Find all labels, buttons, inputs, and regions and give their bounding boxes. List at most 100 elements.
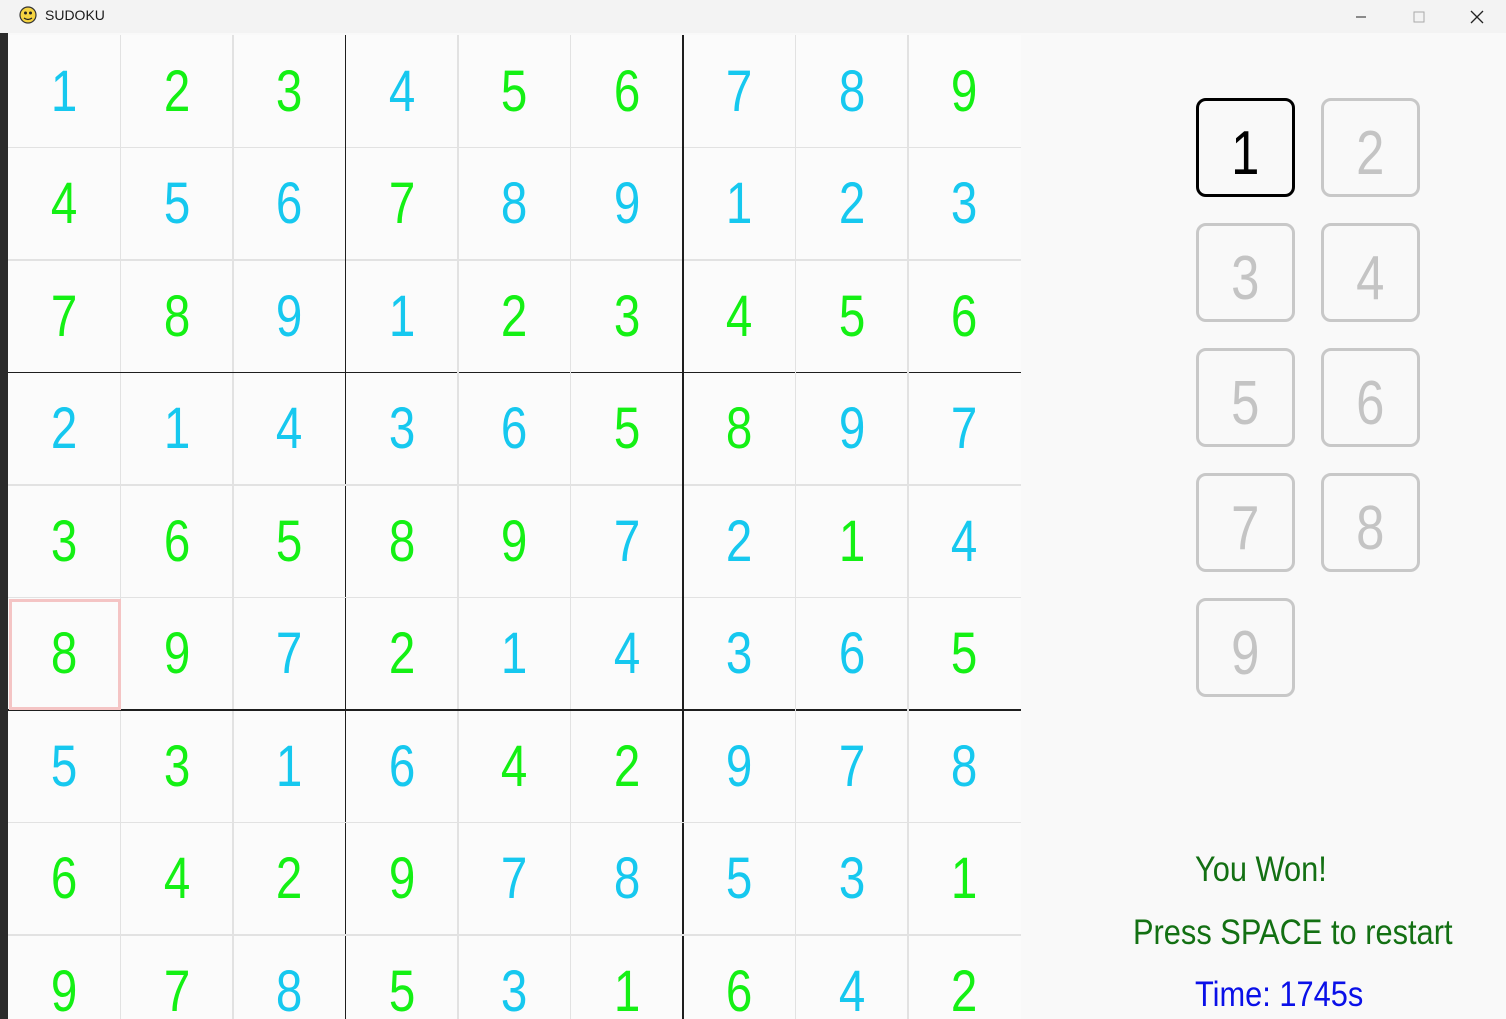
sudoku-cell[interactable]: 6 <box>233 148 346 261</box>
sudoku-cell[interactable]: 3 <box>571 260 684 373</box>
sudoku-cell[interactable]: 2 <box>571 710 684 823</box>
sudoku-cell[interactable]: 4 <box>233 373 346 486</box>
close-button[interactable] <box>1448 0 1506 33</box>
maximize-button[interactable] <box>1390 0 1448 33</box>
sudoku-cell[interactable]: 1 <box>683 148 796 261</box>
sudoku-cell[interactable]: 3 <box>458 935 571 1019</box>
sudoku-cell[interactable]: 5 <box>233 485 346 598</box>
sudoku-cell[interactable]: 2 <box>796 148 909 261</box>
sudoku-cell[interactable]: 3 <box>233 35 346 148</box>
cell-digit: 5 <box>951 621 978 687</box>
sudoku-cell[interactable]: 1 <box>908 823 1021 936</box>
sudoku-cell[interactable]: 3 <box>908 148 1021 261</box>
sudoku-cell[interactable]: 8 <box>346 485 459 598</box>
sudoku-cell[interactable]: 6 <box>683 935 796 1019</box>
number-button-8[interactable]: 8 <box>1321 473 1420 572</box>
number-button-label: 9 <box>1231 619 1260 688</box>
sudoku-cell[interactable]: 4 <box>683 260 796 373</box>
number-button-4[interactable]: 4 <box>1321 223 1420 322</box>
sudoku-cell[interactable]: 1 <box>8 35 121 148</box>
sudoku-cell[interactable]: 7 <box>121 935 234 1019</box>
sudoku-cell[interactable]: 6 <box>458 373 571 486</box>
sudoku-cell[interactable]: 5 <box>571 373 684 486</box>
sudoku-cell[interactable]: 7 <box>571 485 684 598</box>
number-button-3[interactable]: 3 <box>1196 223 1295 322</box>
sudoku-cell[interactable]: 2 <box>683 485 796 598</box>
sudoku-cell[interactable]: 7 <box>796 710 909 823</box>
sudoku-cell[interactable]: 3 <box>796 823 909 936</box>
sudoku-cell[interactable]: 9 <box>346 823 459 936</box>
close-icon <box>1470 10 1484 23</box>
sudoku-cell[interactable]: 1 <box>571 935 684 1019</box>
number-button-6[interactable]: 6 <box>1321 348 1420 447</box>
sudoku-cell[interactable]: 8 <box>796 35 909 148</box>
sudoku-cell[interactable]: 6 <box>121 485 234 598</box>
cell-digit: 8 <box>276 958 303 1019</box>
sudoku-cell[interactable]: 9 <box>458 485 571 598</box>
sudoku-cell[interactable]: 1 <box>796 485 909 598</box>
sudoku-cell[interactable]: 5 <box>346 935 459 1019</box>
minimize-button[interactable] <box>1332 0 1390 33</box>
sudoku-cell[interactable]: 5 <box>796 260 909 373</box>
sudoku-cell[interactable]: 6 <box>346 710 459 823</box>
sudoku-cell[interactable]: 6 <box>796 598 909 711</box>
sudoku-cell[interactable]: 2 <box>908 935 1021 1019</box>
sudoku-cell[interactable]: 4 <box>121 823 234 936</box>
sudoku-cell[interactable]: 9 <box>8 935 121 1019</box>
sudoku-cell[interactable]: 9 <box>233 260 346 373</box>
sudoku-cell[interactable]: 4 <box>571 598 684 711</box>
sudoku-cell[interactable]: 3 <box>683 598 796 711</box>
sudoku-cell[interactable]: 7 <box>908 373 1021 486</box>
sudoku-cell[interactable]: 6 <box>571 35 684 148</box>
cell-digit: 2 <box>163 58 190 124</box>
sudoku-cell[interactable]: 9 <box>121 598 234 711</box>
sudoku-cell[interactable]: 9 <box>683 710 796 823</box>
cell-digit: 5 <box>388 958 415 1019</box>
sudoku-cell[interactable]: 2 <box>8 373 121 486</box>
sudoku-cell[interactable]: 2 <box>346 598 459 711</box>
sudoku-cell[interactable]: 7 <box>683 35 796 148</box>
sudoku-cell[interactable]: 7 <box>8 260 121 373</box>
sudoku-cell[interactable]: 2 <box>233 823 346 936</box>
sudoku-cell[interactable]: 4 <box>796 935 909 1019</box>
sudoku-cell[interactable]: 4 <box>458 710 571 823</box>
sudoku-cell[interactable]: 2 <box>121 35 234 148</box>
number-button-1[interactable]: 1 <box>1196 98 1295 197</box>
sudoku-cell[interactable]: 1 <box>121 373 234 486</box>
sudoku-cell[interactable]: 6 <box>908 260 1021 373</box>
sudoku-cell[interactable]: 9 <box>571 148 684 261</box>
sudoku-cell[interactable]: 8 <box>233 935 346 1019</box>
sudoku-cell[interactable]: 5 <box>8 710 121 823</box>
grid-line-vertical <box>569 35 571 1019</box>
sudoku-cell[interactable]: 7 <box>346 148 459 261</box>
sudoku-cell[interactable]: 5 <box>908 598 1021 711</box>
number-button-5[interactable]: 5 <box>1196 348 1295 447</box>
number-button-9[interactable]: 9 <box>1196 598 1295 697</box>
sudoku-cell[interactable]: 9 <box>908 35 1021 148</box>
sudoku-cell[interactable]: 3 <box>346 373 459 486</box>
sudoku-cell[interactable]: 9 <box>796 373 909 486</box>
sudoku-cell[interactable]: 8 <box>683 373 796 486</box>
sudoku-board[interactable]: 1 2 3 4 5 6 7 8 9 4 5 6 7 8 9 1 2 3 7 8 9 1 2 3 4 5 6 2 1 4 3 6 5 8 9 7 3 6 5 8… <box>8 35 1021 1019</box>
sudoku-cell[interactable]: 8 <box>908 710 1021 823</box>
number-button-7[interactable]: 7 <box>1196 473 1295 572</box>
sudoku-cell[interactable]: 8 <box>121 260 234 373</box>
sudoku-cell[interactable]: 7 <box>233 598 346 711</box>
sudoku-cell[interactable]: 7 <box>458 823 571 936</box>
sudoku-cell[interactable]: 6 <box>8 823 121 936</box>
sudoku-cell[interactable]: 3 <box>8 485 121 598</box>
sudoku-cell[interactable]: 4 <box>346 35 459 148</box>
sudoku-cell[interactable]: 2 <box>458 260 571 373</box>
sudoku-cell[interactable]: 8 <box>458 148 571 261</box>
sudoku-cell[interactable]: 8 <box>571 823 684 936</box>
sudoku-cell[interactable]: 4 <box>8 148 121 261</box>
sudoku-cell[interactable]: 1 <box>233 710 346 823</box>
sudoku-cell[interactable]: 4 <box>908 485 1021 598</box>
sudoku-cell[interactable]: 3 <box>121 710 234 823</box>
sudoku-cell[interactable]: 5 <box>683 823 796 936</box>
sudoku-cell[interactable]: 5 <box>121 148 234 261</box>
number-button-2[interactable]: 2 <box>1321 98 1420 197</box>
sudoku-cell[interactable]: 1 <box>458 598 571 711</box>
sudoku-cell[interactable]: 1 <box>346 260 459 373</box>
sudoku-cell[interactable]: 5 <box>458 35 571 148</box>
